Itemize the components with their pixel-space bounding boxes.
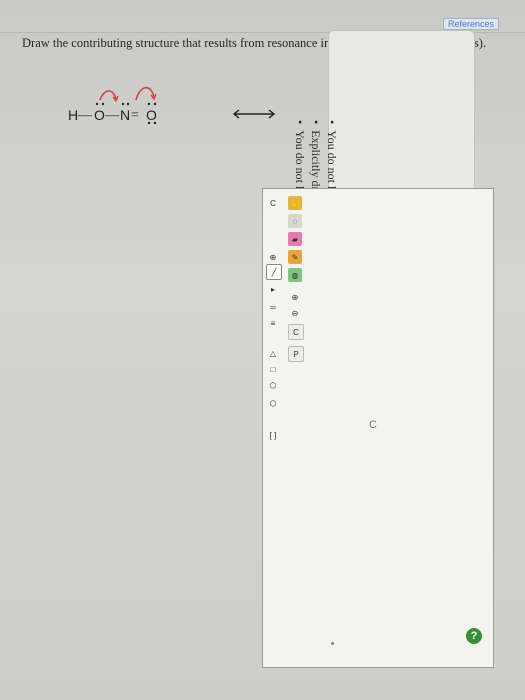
square-ring-button[interactable]: □ xyxy=(266,362,280,376)
molecule-structure: H — O — N = O xyxy=(68,86,157,124)
canvas-mark xyxy=(331,642,334,645)
curved-arrow-2 xyxy=(135,86,155,101)
references-link[interactable]: References xyxy=(442,18,499,30)
triple-bond-button[interactable]: ≡ xyxy=(266,316,280,330)
zoom-in-icon[interactable]: ⊕ xyxy=(288,290,302,304)
bond-o-n: — xyxy=(104,108,120,123)
pencil-icon[interactable]: ✎ xyxy=(288,250,302,264)
lasso-icon[interactable]: ◌ xyxy=(288,214,302,228)
resonance-arrow-icon xyxy=(232,109,276,119)
p-icon[interactable]: P xyxy=(288,346,304,362)
eraser-icon[interactable]: ▰ xyxy=(288,232,302,246)
charge-button[interactable]: ⊕ xyxy=(266,250,280,264)
c-icon[interactable]: C xyxy=(288,324,304,340)
triangle-ring-button[interactable]: △ xyxy=(266,346,280,360)
lone-pair-dot xyxy=(121,102,125,106)
bracket-button[interactable]: [ ] xyxy=(266,428,280,442)
hand-icon[interactable]: ✋ xyxy=(288,196,302,210)
atom-n: N xyxy=(120,107,130,123)
help-button[interactable]: ? xyxy=(466,628,482,644)
atom-carbon-button[interactable]: C xyxy=(266,196,280,210)
pentagon-ring-button[interactable]: ⬠ xyxy=(266,378,280,392)
atom-o2: O xyxy=(146,107,157,123)
lone-pair-dot xyxy=(147,102,151,106)
wedge-bond-button[interactable]: ▸ xyxy=(266,282,280,296)
bond-n-o: = xyxy=(131,108,139,123)
double-bond-button[interactable]: ═ xyxy=(266,300,280,314)
bond-h-o: — xyxy=(77,108,93,123)
atom-h: H xyxy=(68,107,78,123)
lone-pair-dot xyxy=(95,102,99,106)
atom-o1: O xyxy=(94,107,105,123)
single-bond-button[interactable]: ╱ xyxy=(266,264,282,280)
ring-icon[interactable]: ◍ xyxy=(288,268,302,282)
zoom-out-icon[interactable]: ⊖ xyxy=(288,306,302,320)
canvas-atom-label: C xyxy=(369,419,377,431)
hexagon-ring-button[interactable]: ⬡ xyxy=(266,396,280,410)
